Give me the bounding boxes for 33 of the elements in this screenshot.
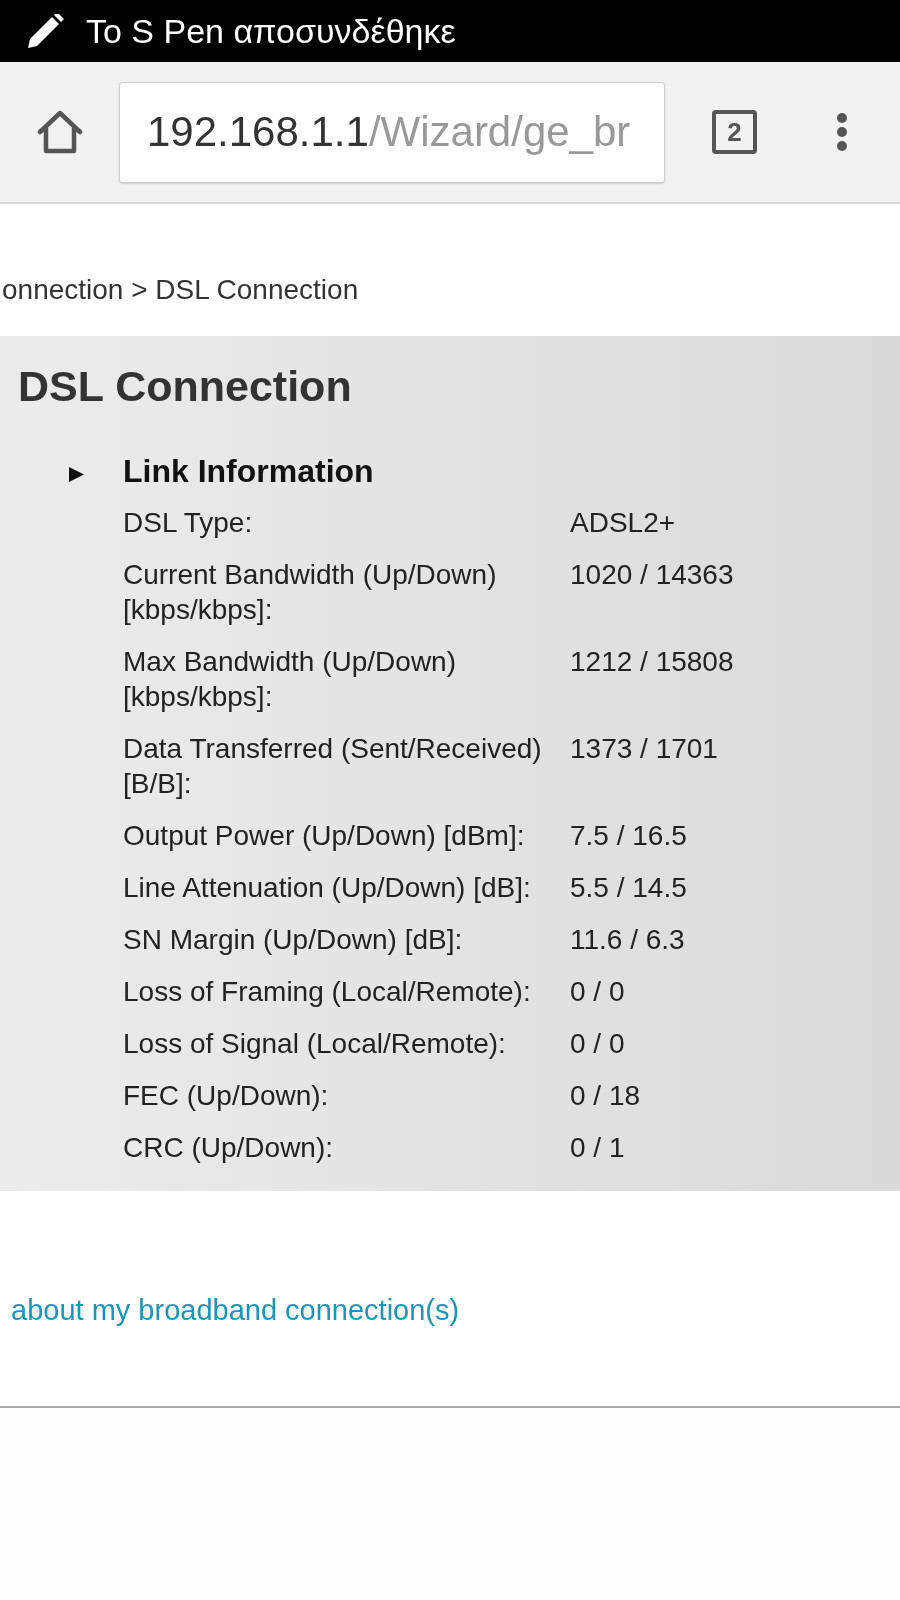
notification-text: To S Pen αποσυνδέθηκε bbox=[86, 11, 456, 51]
url-field[interactable]: 192.168.1.1/Wizard/ge_br bbox=[119, 81, 665, 183]
row-label: Output Power (Up/Down) [dBm]: bbox=[123, 819, 526, 853]
home-icon[interactable] bbox=[37, 110, 83, 154]
row-value: 0 / 0 bbox=[570, 975, 626, 1009]
row-label: FEC (Up/Down): bbox=[123, 1079, 330, 1113]
row-label: Loss of Framing (Local/Remote): bbox=[123, 975, 532, 1009]
row-label: Data Transferred (Sent/Received) [B/B]: bbox=[123, 732, 543, 801]
broadband-link[interactable]: about my broadband connection(s) bbox=[11, 1294, 460, 1326]
row-value: 5.5 / 14.5 bbox=[570, 871, 688, 905]
row-label: Max Bandwidth (Up/Down) [kbps/kbps]: bbox=[123, 645, 458, 714]
section-title: Link Information bbox=[123, 452, 374, 491]
row-label: Line Attenuation (Up/Down) [dB]: bbox=[123, 871, 532, 905]
row-label: Current Bandwidth (Up/Down) [kbps/kbps]: bbox=[123, 558, 498, 627]
row-label: DSL Type: bbox=[123, 506, 254, 540]
triangle-icon bbox=[69, 466, 84, 482]
row-value: 1212 / 15808 bbox=[570, 645, 735, 679]
row-label: Loss of Signal (Local/Remote): bbox=[123, 1027, 507, 1061]
row-value: 1373 / 1701 bbox=[570, 732, 719, 766]
row-value: 7.5 / 16.5 bbox=[570, 819, 688, 853]
row-value: 0 / 18 bbox=[570, 1079, 642, 1113]
row-value: 1020 / 14363 bbox=[570, 558, 735, 592]
tab-switcher-button[interactable]: 2 bbox=[712, 110, 757, 154]
row-value: 0 / 0 bbox=[570, 1027, 626, 1061]
row-label: SN Margin (Up/Down) [dB]: bbox=[123, 923, 464, 957]
row-value: ADSL2+ bbox=[570, 506, 677, 540]
row-label: CRC (Up/Down): bbox=[123, 1131, 335, 1165]
menu-icon[interactable] bbox=[837, 113, 847, 151]
row-value: 11.6 / 6.3 bbox=[570, 923, 686, 957]
breadcrumb: onnection > DSL Connection bbox=[2, 274, 359, 305]
pencil-icon bbox=[28, 14, 64, 48]
row-value: 0 / 1 bbox=[570, 1131, 626, 1165]
panel-title: DSL Connection bbox=[18, 361, 353, 412]
